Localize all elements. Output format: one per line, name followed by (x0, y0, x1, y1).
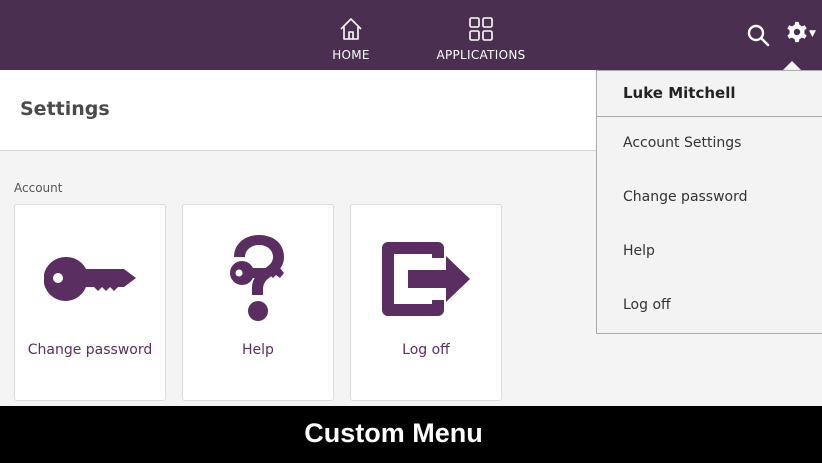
key-icon (15, 233, 165, 325)
grid-icon (468, 16, 494, 42)
menu-item-log-off[interactable]: Log off (623, 297, 671, 313)
menu-item-account-settings[interactable]: Account Settings (623, 135, 741, 151)
dropdown-pointer (783, 61, 801, 70)
settings-dropdown-menu: Luke Mitchell Account Settings Change pa… (596, 70, 822, 334)
log-off-tile-label: Log off (402, 342, 450, 358)
settings-menu-button[interactable]: ▼ (786, 21, 820, 47)
help-tile-label: Help (242, 342, 274, 358)
change-password-tile-label: Change password (27, 342, 153, 358)
help-icon (183, 233, 333, 325)
dropdown-divider (597, 116, 822, 117)
help-tile[interactable]: Help (182, 204, 334, 401)
gear-icon (786, 21, 808, 47)
log-off-tile[interactable]: Log off (350, 204, 502, 401)
caption-text: Custom Menu (304, 418, 483, 448)
caption-bar: Custom Menu (0, 406, 822, 463)
section-label-account: Account (14, 181, 63, 195)
logoff-icon (351, 233, 501, 325)
home-icon (339, 16, 363, 42)
nav-applications-label: APPLICATIONS (436, 48, 526, 62)
change-password-tile[interactable]: Change password (14, 204, 166, 401)
nav-home[interactable]: HOME (320, 0, 382, 70)
dropdown-user-name: Luke Mitchell (623, 84, 736, 102)
menu-item-change-password[interactable]: Change password (623, 189, 748, 205)
top-nav-bar: HOME APPLICATIONS ▼ (0, 0, 822, 70)
nav-home-label: HOME (332, 48, 370, 62)
menu-item-help[interactable]: Help (623, 243, 655, 259)
search-icon (745, 24, 771, 52)
search-button[interactable] (745, 22, 771, 48)
chevron-down-icon: ▼ (809, 29, 816, 39)
nav-applications[interactable]: APPLICATIONS (436, 0, 526, 70)
page-title: Settings (20, 98, 110, 120)
